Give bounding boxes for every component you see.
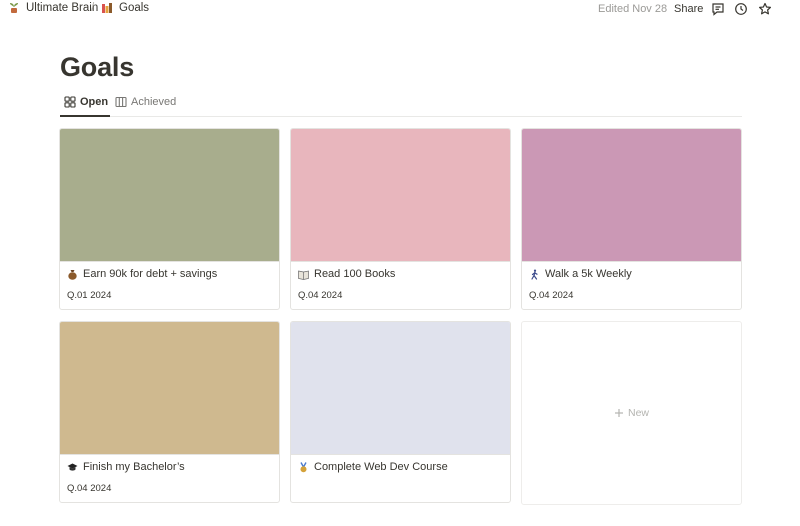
card-date: Q.04 2024 bbox=[298, 290, 343, 301]
card-title-row: Walk a 5k Weekly bbox=[529, 268, 632, 280]
walking-person-icon bbox=[529, 269, 540, 280]
books-icon bbox=[101, 2, 113, 14]
comment-icon[interactable] bbox=[710, 1, 726, 17]
card-title: Finish my Bachelor’s bbox=[83, 461, 185, 473]
breadcrumb-page-label: Goals bbox=[119, 2, 150, 14]
new-card-button[interactable]: New bbox=[521, 321, 742, 505]
gallery-icon bbox=[64, 96, 76, 108]
gallery-card[interactable]: Read 100 Books Q.04 2024 bbox=[290, 128, 511, 310]
card-date: Q.04 2024 bbox=[67, 483, 112, 494]
tab-achieved-label: Achieved bbox=[131, 96, 177, 108]
edited-status: Edited Nov 28 bbox=[598, 3, 668, 15]
gallery-card[interactable]: Walk a 5k Weekly Q.04 2024 bbox=[521, 128, 742, 310]
gallery-card[interactable]: Earn 90k for debt + savings Q.01 2024 bbox=[59, 128, 280, 310]
gallery-card[interactable]: Complete Web Dev Course bbox=[290, 321, 511, 503]
card-title: Walk a 5k Weekly bbox=[545, 268, 632, 280]
card-title: Complete Web Dev Course bbox=[314, 461, 448, 473]
money-bag-icon bbox=[67, 269, 78, 280]
breadcrumb-page[interactable]: Goals bbox=[101, 2, 149, 14]
card-cover bbox=[522, 129, 741, 262]
breadcrumb-separator: / bbox=[91, 2, 95, 14]
share-button[interactable]: Share bbox=[674, 3, 703, 15]
tab-achieved[interactable]: Achieved bbox=[115, 96, 176, 108]
star-icon[interactable] bbox=[757, 1, 773, 17]
plant-icon bbox=[8, 2, 20, 14]
breadcrumb-workspace[interactable]: Ultimate Brain bbox=[8, 2, 98, 14]
graduation-cap-icon bbox=[67, 462, 78, 473]
card-title: Earn 90k for debt + savings bbox=[83, 268, 218, 280]
book-icon bbox=[298, 269, 309, 280]
active-tab-indicator bbox=[60, 115, 110, 117]
card-date: Q.01 2024 bbox=[67, 290, 112, 301]
card-title-row: Read 100 Books bbox=[298, 268, 395, 280]
history-icon[interactable] bbox=[733, 1, 749, 17]
card-title-row: Complete Web Dev Course bbox=[298, 461, 448, 473]
card-cover bbox=[291, 129, 510, 262]
plus-icon bbox=[614, 408, 624, 418]
card-cover bbox=[60, 129, 279, 262]
top-bar: Ultimate Brain / Goals Edited Nov 28 Sha… bbox=[0, 0, 800, 20]
gallery-card[interactable]: Finish my Bachelor’s Q.04 2024 bbox=[59, 321, 280, 503]
medal-icon bbox=[298, 461, 309, 473]
card-title-row: Earn 90k for debt + savings bbox=[67, 268, 217, 280]
page-title: Goals bbox=[60, 52, 135, 82]
tab-open-label: Open bbox=[80, 96, 109, 108]
new-card-label: New bbox=[627, 407, 649, 419]
card-title: Read 100 Books bbox=[314, 268, 396, 280]
tab-open[interactable]: Open bbox=[64, 96, 108, 108]
card-date: Q.04 2024 bbox=[529, 290, 574, 301]
breadcrumb-workspace-label: Ultimate Brain bbox=[26, 2, 99, 14]
card-title-row: Finish my Bachelor’s bbox=[67, 461, 185, 473]
view-tabs: Open Achieved bbox=[60, 94, 742, 117]
card-cover bbox=[291, 322, 510, 455]
card-cover bbox=[60, 322, 279, 455]
table-icon bbox=[115, 96, 127, 108]
